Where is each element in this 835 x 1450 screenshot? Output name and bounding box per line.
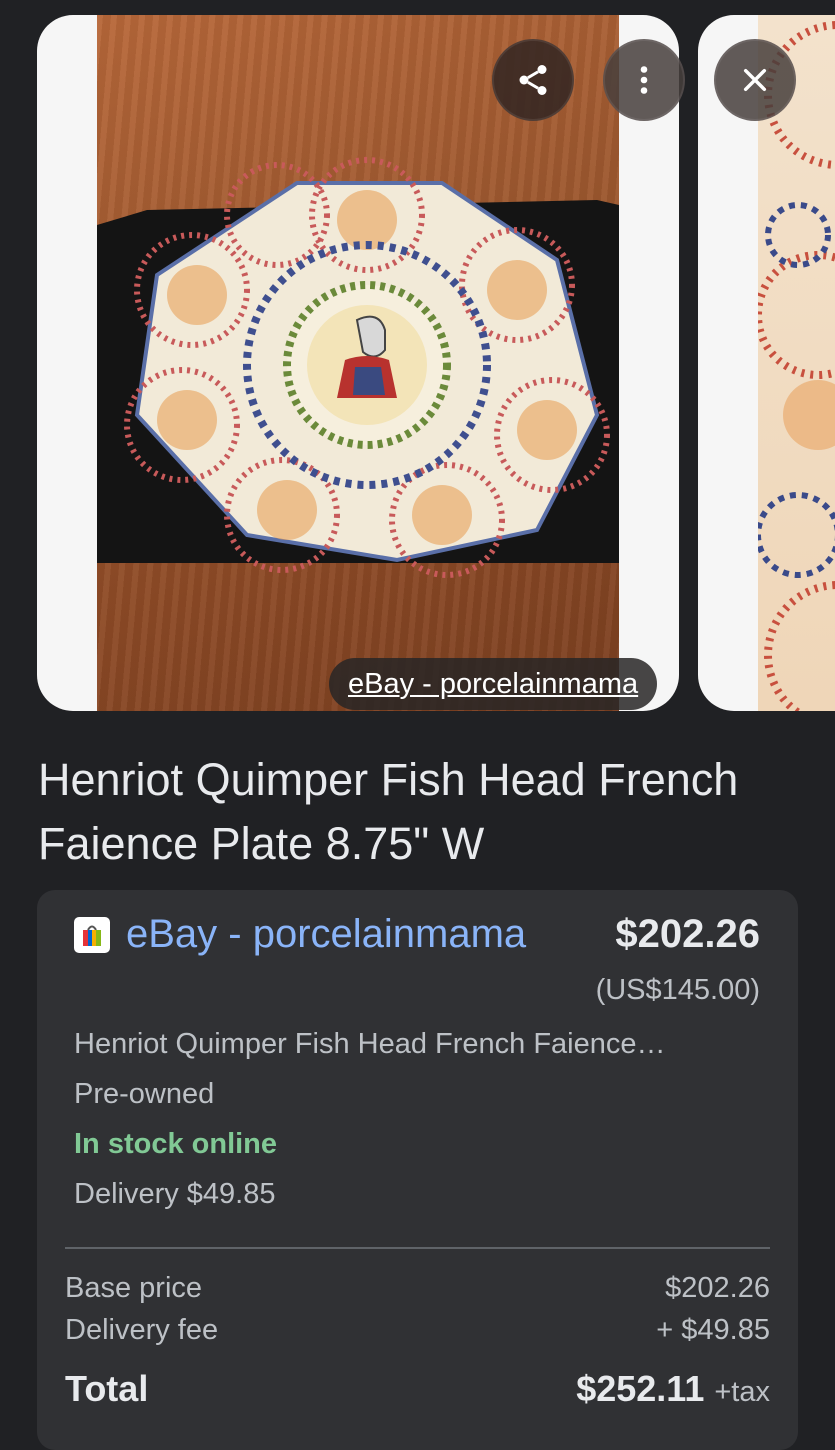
total-row: Total $252.11 +tax: [65, 1368, 770, 1410]
delivery-fee-row: Delivery fee + $49.85: [65, 1314, 770, 1347]
share-button[interactable]: [492, 39, 574, 121]
seller-link[interactable]: eBay - porcelainmama: [126, 912, 526, 957]
offer-price: $202.26: [615, 912, 760, 956]
offer-condition: Pre-owned: [74, 1078, 215, 1110]
offer-description: Henriot Quimper Fish Head French Faience…: [74, 1028, 666, 1060]
share-icon: [519, 65, 547, 95]
close-icon: [743, 68, 767, 92]
tax-note: +tax: [714, 1376, 770, 1408]
delivery-fee-value: + $49.85: [656, 1314, 770, 1346]
delivery-fee-label: Delivery fee: [65, 1314, 219, 1346]
base-price-label: Base price: [65, 1272, 203, 1304]
divider: [65, 1247, 770, 1249]
product-title: Henriot Quimper Fish Head French Faience…: [38, 754, 739, 869]
product-image-card[interactable]: eBay - porcelainmama: [37, 15, 679, 711]
base-price-row: Base price $202.26: [65, 1272, 770, 1305]
stock-status: In stock online: [74, 1128, 278, 1160]
offer-delivery: Delivery $49.85: [74, 1178, 276, 1210]
seller-row[interactable]: eBay - porcelainmama: [74, 912, 526, 957]
next-image-preview: [754, 15, 835, 711]
more-vert-icon: [640, 66, 648, 94]
ebay-shopping-bag-icon: [74, 916, 110, 953]
close-button[interactable]: [714, 39, 796, 121]
total-value: $252.11: [576, 1368, 705, 1409]
more-options-button[interactable]: [603, 39, 685, 121]
image-source-link[interactable]: eBay - porcelainmama: [329, 658, 658, 710]
offer-card[interactable]: eBay - porcelainmama $202.26 (US$145.00)…: [37, 890, 798, 1450]
next-image-card[interactable]: [698, 15, 835, 711]
total-value-group: $252.11 +tax: [576, 1368, 770, 1410]
base-price-value: $202.26: [665, 1272, 770, 1304]
offer-price-usd: (US$145.00): [595, 974, 760, 1006]
total-label: Total: [65, 1368, 149, 1409]
